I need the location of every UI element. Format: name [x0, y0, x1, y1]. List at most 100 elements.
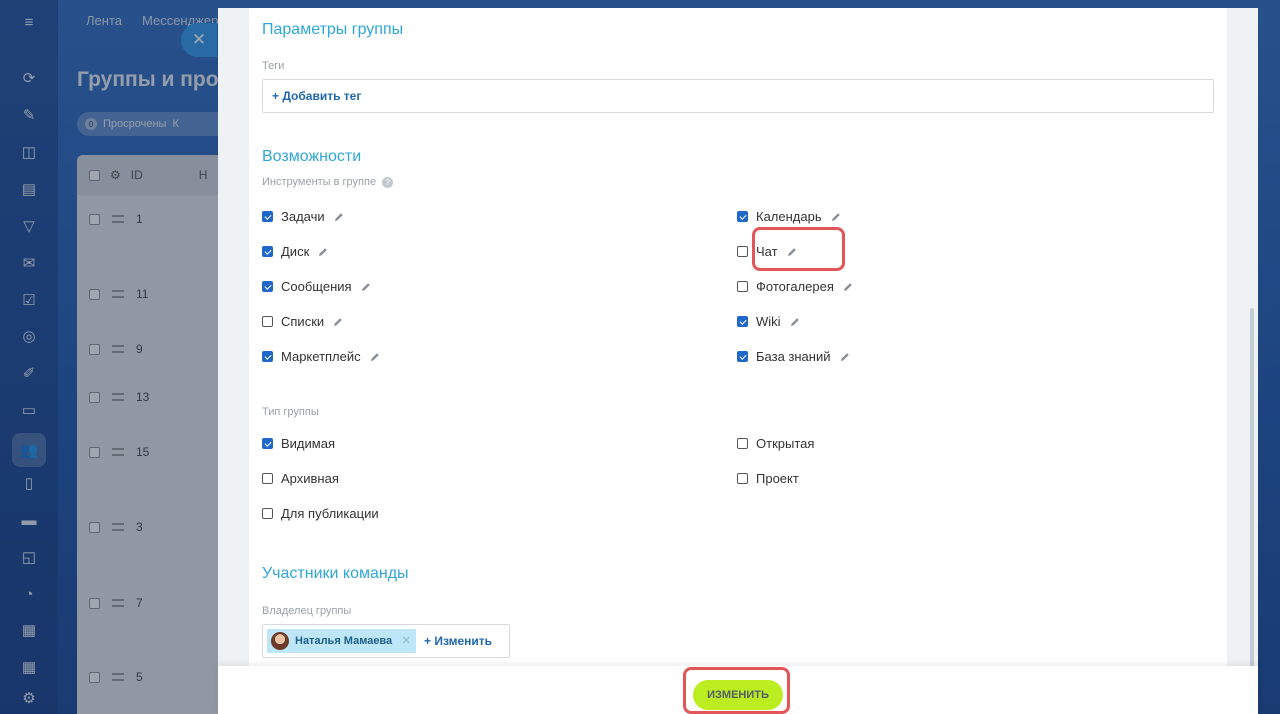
table-row[interactable]: 15 [89, 445, 149, 459]
option-checkbox[interactable] [737, 351, 748, 362]
filter-icon[interactable]: ▽ [17, 214, 41, 238]
drag-handle-icon[interactable] [112, 345, 124, 353]
option-checkbox[interactable] [262, 351, 273, 362]
camera-icon[interactable]: ◫ [17, 140, 41, 164]
option-row[interactable]: Видимая [262, 436, 335, 451]
users-icon[interactable]: 👥 [12, 433, 46, 467]
edit-pencil-icon[interactable] [318, 247, 328, 257]
table-row[interactable]: 7 [89, 596, 143, 610]
edit-pencil-icon[interactable] [334, 212, 344, 222]
option-label[interactable]: Календарь [756, 209, 822, 224]
option-row[interactable]: Wiki [737, 314, 800, 329]
table-row[interactable]: 5 [89, 670, 143, 684]
option-label[interactable]: Открытая [756, 436, 814, 451]
scrollbar[interactable] [1250, 308, 1254, 668]
edit-doc-icon[interactable]: ✎ [17, 103, 41, 127]
close-slider-button[interactable]: ✕ [181, 23, 217, 57]
option-row[interactable]: Открытая [737, 436, 814, 451]
option-label[interactable]: Списки [281, 314, 324, 329]
option-label[interactable]: Видимая [281, 436, 335, 451]
edit-pencil-icon[interactable] [361, 282, 371, 292]
edit-pencil-icon[interactable] [787, 247, 797, 257]
option-label[interactable]: Чат [756, 244, 778, 259]
drag-handle-icon[interactable] [112, 448, 124, 456]
row-checkbox[interactable] [89, 343, 100, 355]
mail-icon[interactable]: ✉ [17, 251, 41, 275]
option-row[interactable]: Фотогалерея [737, 279, 853, 294]
option-checkbox[interactable] [737, 473, 748, 484]
calendar-icon[interactable]: ▦ [17, 618, 41, 642]
edit-pencil-icon[interactable] [840, 352, 850, 362]
option-label[interactable]: Сообщения [281, 279, 352, 294]
menu-icon[interactable]: ≡ [17, 10, 41, 34]
option-label[interactable]: Задачи [281, 209, 325, 224]
table-row[interactable]: 9 [89, 342, 143, 356]
option-checkbox[interactable] [262, 438, 273, 449]
drag-handle-icon[interactable] [112, 393, 124, 401]
option-checkbox[interactable] [737, 316, 748, 327]
option-checkbox[interactable] [737, 211, 748, 222]
option-checkbox[interactable] [262, 316, 273, 327]
id-card-icon[interactable]: ▭ [17, 398, 41, 422]
edit-pencil-icon[interactable] [370, 352, 380, 362]
option-row[interactable]: Чат [737, 244, 797, 259]
card-icon[interactable]: ▬ [17, 508, 41, 532]
row-checkbox[interactable] [89, 288, 100, 300]
change-owner-link[interactable]: + Изменить [424, 634, 492, 648]
option-checkbox[interactable] [737, 281, 748, 292]
edit-pencil-icon[interactable] [790, 317, 800, 327]
option-label[interactable]: Архивная [281, 471, 339, 486]
table-row[interactable]: 1 [89, 212, 143, 226]
option-label[interactable]: Проект [756, 471, 799, 486]
option-row[interactable]: База знаний [737, 349, 850, 364]
option-row[interactable]: Диск [262, 244, 328, 259]
drag-handle-icon[interactable] [112, 523, 124, 531]
option-row[interactable]: Списки [262, 314, 343, 329]
option-label[interactable]: Маркетплейс [281, 349, 361, 364]
add-tag-link[interactable]: + Добавить тег [272, 89, 361, 103]
option-checkbox[interactable] [262, 508, 273, 519]
option-checkbox[interactable] [262, 211, 273, 222]
calendar2-icon[interactable]: ▦ [17, 655, 41, 679]
edit-pencil-icon[interactable] [843, 282, 853, 292]
row-checkbox[interactable] [89, 446, 100, 458]
row-checkbox[interactable] [89, 213, 100, 225]
table-row[interactable]: 11 [89, 287, 148, 301]
option-checkbox[interactable] [262, 473, 273, 484]
filter-overdue[interactable]: 0 Просрочены К [77, 112, 237, 136]
option-row[interactable]: Для публикации [262, 506, 379, 521]
option-row[interactable]: Задачи [262, 209, 344, 224]
table-row[interactable]: 13 [89, 390, 149, 404]
edit-pencil-icon[interactable] [333, 317, 343, 327]
tags-field[interactable]: + Добавить тег [262, 79, 1214, 113]
row-checkbox[interactable] [89, 597, 100, 609]
target-icon[interactable]: ◎ [17, 324, 41, 348]
option-row[interactable]: Сообщения [262, 279, 371, 294]
settings-icon[interactable]: ⚙ [110, 168, 121, 182]
drag-handle-icon[interactable] [112, 599, 124, 607]
drag-handle-icon[interactable] [112, 215, 124, 223]
option-row[interactable]: Маркетплейс [262, 349, 380, 364]
option-label[interactable]: Фотогалерея [756, 279, 834, 294]
drag-handle-icon[interactable] [112, 673, 124, 681]
edit-pencil-icon[interactable] [831, 212, 841, 222]
robot-icon[interactable]: ◔ [17, 582, 41, 606]
option-label[interactable]: Диск [281, 244, 309, 259]
nav-feed[interactable]: Лента [86, 13, 122, 28]
option-checkbox[interactable] [262, 246, 273, 257]
help-icon[interactable]: ? [382, 176, 394, 188]
option-row[interactable]: Календарь [737, 209, 841, 224]
nav-messenger[interactable]: Мессенджер [142, 13, 218, 28]
document-icon[interactable]: ▯ [17, 471, 41, 495]
row-checkbox[interactable] [89, 521, 100, 533]
select-all-checkbox[interactable] [89, 169, 100, 181]
option-label[interactable]: Для публикации [281, 506, 379, 521]
row-checkbox[interactable] [89, 391, 100, 403]
option-checkbox[interactable] [737, 438, 748, 449]
option-row[interactable]: Архивная [262, 471, 339, 486]
option-label[interactable]: Wiki [756, 314, 781, 329]
remove-owner-icon[interactable]: ✕ [402, 634, 411, 647]
drag-handle-icon[interactable] [112, 290, 124, 298]
row-checkbox[interactable] [89, 671, 100, 683]
activity-icon[interactable]: ⟳ [17, 66, 41, 90]
